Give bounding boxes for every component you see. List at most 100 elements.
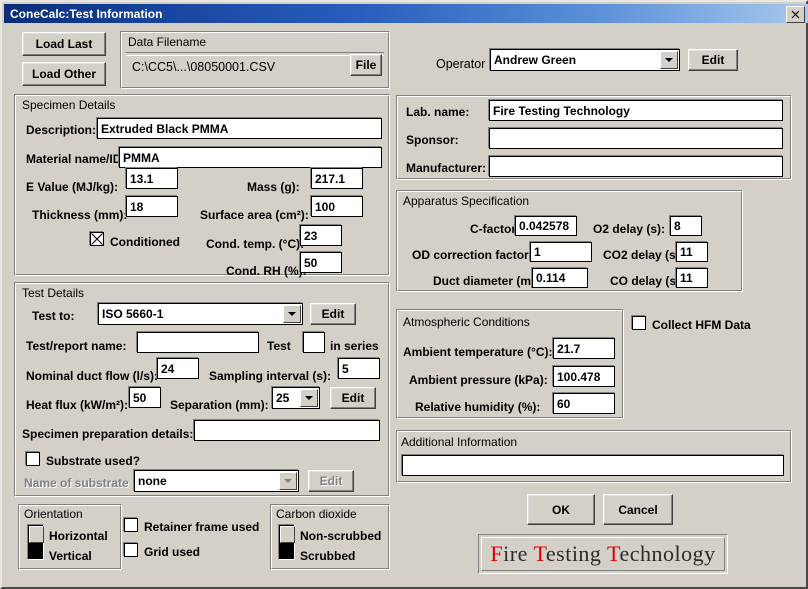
co2-option-non-scrubbed[interactable]: Non-scrubbed [300,529,381,543]
o2-delay-input[interactable]: 8 [670,216,702,236]
co2-option-scrubbed[interactable]: Scrubbed [300,549,355,563]
e-value-input[interactable]: 13.1 [126,168,178,189]
cond-temp-input[interactable]: 23 [300,225,342,246]
c-factor-input[interactable]: 0.042578 [515,216,577,236]
file-browse-button[interactable]: File [350,54,382,76]
collect-hfm-label: Collect HFM Data [652,318,751,332]
manufacturer-input[interactable] [489,156,783,177]
atmospheric-group-label: Atmospheric Conditions [403,315,530,329]
substrate-name-value: none [138,471,167,491]
od-correction-input[interactable]: 1 [530,242,592,262]
logo-cap-t1: T [533,541,545,566]
orientation-option-vertical[interactable]: Vertical [49,549,92,563]
data-filename-path: C:\CC5\...\08050001.CSV [132,60,275,74]
sampling-interval-label: Sampling interval (s): [209,369,331,383]
dialog-window: ConeCalc:Test Information Load Last Load… [0,0,808,589]
duct-flow-label: Nominal duct flow (l/s): [26,369,158,383]
separation-select[interactable]: 25 [272,387,320,409]
operator-value: Andrew Green [494,50,576,70]
o2-delay-label: O2 delay (s): [593,222,665,236]
logo-rest-technology: echnology [619,541,715,566]
heat-flux-label: Heat flux (kW/m²): [26,398,128,412]
report-name-input[interactable] [137,332,259,353]
close-icon[interactable] [786,6,805,23]
orientation-group-label: Orientation [24,507,83,521]
test-to-select[interactable]: ISO 5660-1 [98,303,303,325]
cond-rh-input[interactable]: 50 [300,252,342,273]
test-to-edit-button[interactable]: Edit [310,303,356,325]
cancel-button[interactable]: Cancel [603,494,673,525]
description-input[interactable]: Extruded Black PMMA [97,118,382,139]
test-to-label: Test to: [32,309,74,323]
test-to-value: ISO 5660-1 [102,304,163,324]
ambient-temperature-input[interactable]: 21.7 [553,338,615,359]
ambient-pressure-input[interactable]: 100.478 [553,366,615,387]
co-delay-input[interactable]: 11 [676,268,708,288]
sponsor-input[interactable] [489,128,783,149]
carbon-dioxide-slider-thumb[interactable] [280,526,295,543]
test-details-group-label: Test Details [22,286,84,300]
separation-value: 25 [276,388,289,408]
cond-rh-label: Cond. RH (%): [226,264,307,278]
grid-used-checkbox[interactable] [124,543,138,557]
separation-edit-button[interactable]: Edit [330,387,376,409]
chevron-down-icon[interactable] [300,389,318,407]
load-other-button[interactable]: Load Other [22,62,106,86]
chevron-down-icon[interactable] [660,51,678,69]
co-delay-label: CO delay (s): [610,274,684,288]
co2-delay-input[interactable]: 11 [676,242,708,262]
operator-edit-button[interactable]: Edit [688,49,738,71]
substrate-used-checkbox[interactable] [26,452,40,466]
co2-delay-label: CO2 delay (s): [603,248,684,262]
prep-details-input[interactable] [194,420,380,441]
surface-area-label: Surface area (cm²): [200,208,309,222]
surface-area-input[interactable]: 100 [311,196,363,217]
conditioned-label: Conditioned [110,235,180,249]
chevron-down-icon[interactable] [279,472,297,490]
duct-diameter-label: Duct diameter (m): [433,274,539,288]
substrate-name-select[interactable]: none [134,470,299,492]
conditioned-checkbox[interactable] [90,232,104,246]
duct-flow-input[interactable]: 24 [157,358,199,379]
substrate-edit-button[interactable]: Edit [308,470,354,492]
sponsor-label: Sponsor: [406,133,459,147]
load-last-button[interactable]: Load Last [22,32,106,56]
substrate-used-label: Substrate used? [46,454,140,468]
lab-name-label: Lab. name: [406,105,469,119]
carbon-dioxide-slider[interactable] [278,524,295,560]
mass-label: Mass (g): [247,180,300,194]
od-correction-label: OD correction factor: [412,248,533,262]
ok-button[interactable]: OK [527,494,595,525]
additional-info-input[interactable] [402,455,784,476]
additional-info-group-label: Additional Information [401,435,517,449]
orientation-slider-thumb[interactable] [29,526,44,543]
test-number-input[interactable] [303,332,325,353]
report-name-label: Test/report name: [26,339,126,353]
material-name-input[interactable]: PMMA [119,147,382,168]
ambient-pressure-label: Ambient pressure (kPa): [409,373,548,387]
material-name-label: Material name/ID: [26,152,125,166]
thickness-input[interactable]: 18 [126,196,178,217]
grid-used-label: Grid used [144,545,200,559]
test-word-label: Test [267,339,291,353]
chevron-down-icon[interactable] [283,305,301,323]
mass-input[interactable]: 217.1 [311,168,363,189]
company-logo: Fire Testing Technology [478,534,728,574]
heat-flux-input[interactable]: 50 [129,387,161,408]
orientation-slider[interactable] [27,524,44,560]
relative-humidity-input[interactable]: 60 [553,393,615,414]
cond-temp-label: Cond. temp. (°C): [206,237,304,251]
orientation-option-horizontal[interactable]: Horizontal [49,529,108,543]
description-label: Description: [26,123,96,137]
c-factor-label: C-factor: [470,222,520,236]
retainer-frame-checkbox[interactable] [124,518,138,532]
title-bar: ConeCalc:Test Information [4,4,808,23]
operator-select[interactable]: Andrew Green [490,49,680,71]
collect-hfm-checkbox[interactable] [632,316,646,330]
lab-name-input[interactable]: Fire Testing Technology [489,100,783,121]
sampling-interval-input[interactable]: 5 [338,358,380,379]
specimen-details-group-label: Specimen Details [22,98,115,112]
duct-diameter-input[interactable]: 0.114 [532,268,588,288]
company-logo-text: Fire Testing Technology [490,541,715,567]
manufacturer-label: Manufacturer: [406,161,486,175]
